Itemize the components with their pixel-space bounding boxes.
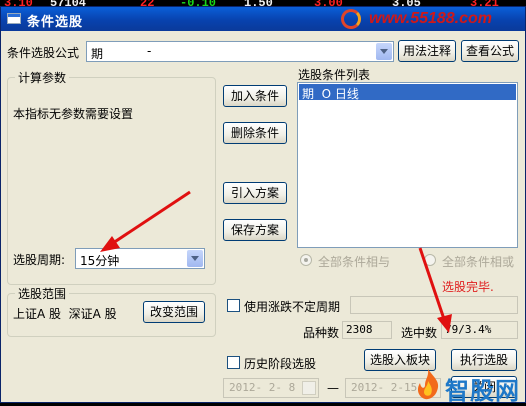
selected-count-label: 选中数 — [401, 326, 438, 340]
from-date-picker[interactable]: 2012- 2- 8 — [223, 378, 319, 398]
selected-count-value: 79/3.4% — [445, 323, 492, 336]
date-separator: — — [327, 381, 339, 395]
calc-params-title: 计算参数 — [15, 69, 70, 86]
delete-condition-button[interactable]: 删除条件 — [223, 122, 287, 144]
view-formula-button[interactable]: 查看公式 — [461, 40, 519, 62]
change-scope-button[interactable]: 改变范围 — [143, 301, 205, 323]
condition-list-title: 选股条件列表 — [298, 68, 371, 82]
site-logo-icon — [341, 9, 361, 29]
total-count-label: 品种数 — [303, 326, 340, 340]
title-bar[interactable]: 条件选股 www.55188.com — [1, 7, 525, 31]
window-icon — [7, 13, 21, 24]
selected-count-field: 79/3.4% — [441, 321, 518, 339]
from-date-value: 2012- 2- 8 — [229, 381, 296, 394]
progress-bar — [350, 296, 518, 314]
volatile-period-label: 使用涨跌不定周期 — [244, 300, 341, 314]
period-select[interactable]: 15分钟 — [75, 248, 205, 269]
status-message: 选股完毕. — [442, 280, 494, 294]
list-item-text: 期 O 日线 — [302, 87, 359, 101]
save-scheme-button[interactable]: 保存方案 — [223, 219, 287, 241]
site-brand-text: 智股网 — [445, 377, 520, 405]
history-label: 历史阶段选股 — [244, 357, 317, 371]
total-count-value: 2308 — [346, 323, 373, 336]
list-item[interactable]: 期 O 日线 — [299, 84, 516, 101]
window-title: 条件选股 — [27, 15, 84, 30]
usage-notes-button[interactable]: 用法注释 — [398, 40, 456, 62]
volatile-period-checkbox[interactable] — [227, 299, 240, 312]
period-label: 选股周期: — [13, 253, 66, 267]
formula-select[interactable]: 期 - — [86, 41, 394, 62]
and-radio-label: 全部条件相与 — [318, 255, 391, 269]
site-watermark: www.55188.com — [341, 9, 521, 31]
flame-logo-icon — [417, 369, 439, 400]
period-value: 15分钟 — [80, 254, 120, 268]
or-radio-label: 全部条件相或 — [442, 255, 515, 269]
no-params-message: 本指标无参数需要设置 — [13, 107, 134, 121]
scope-title: 选股范围 — [15, 285, 70, 302]
add-condition-button[interactable]: 加入条件 — [223, 85, 287, 107]
site-url: www.55188.com — [369, 10, 493, 27]
scope-value: 上证A 股 深证A 股 — [13, 307, 117, 321]
total-count-field: 2308 — [342, 321, 392, 339]
formula-value: 期 — [91, 47, 104, 61]
to-date-value: 2012- 2-15 — [351, 381, 418, 394]
condition-stock-picker-dialog: 条件选股 www.55188.com 条件选股公式 期 - 用法注释 查看公式 … — [0, 6, 526, 405]
chevron-down-icon[interactable] — [302, 381, 316, 395]
chevron-down-icon[interactable] — [187, 250, 203, 267]
history-checkbox[interactable] — [227, 356, 240, 369]
chevron-down-icon[interactable] — [376, 43, 392, 60]
condition-list[interactable]: 期 O 日线 — [297, 82, 518, 248]
and-radio[interactable] — [300, 254, 312, 266]
import-scheme-button[interactable]: 引入方案 — [223, 182, 287, 204]
formula-dash: - — [147, 44, 152, 58]
formula-label: 条件选股公式 — [7, 46, 80, 60]
or-radio[interactable] — [424, 254, 436, 266]
site-watermark-bottom: 智股网 — [413, 365, 525, 405]
